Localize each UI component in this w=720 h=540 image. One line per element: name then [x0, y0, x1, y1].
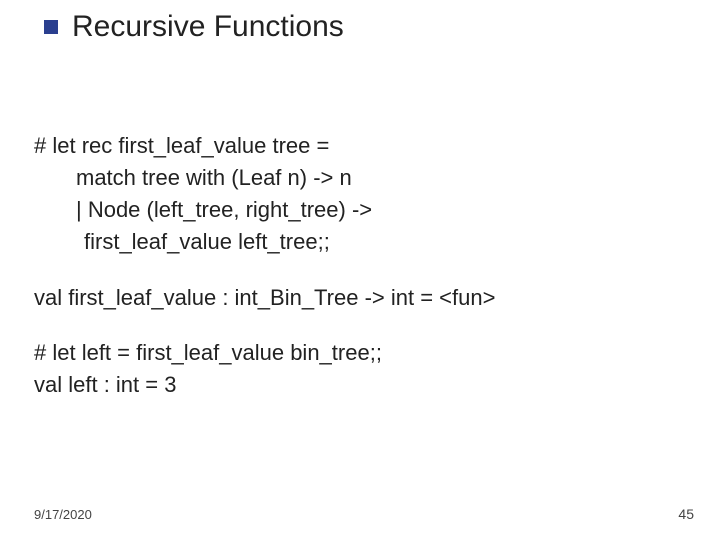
footer-page-number: 45	[678, 506, 694, 522]
code-line: val first_leaf_value : int_Bin_Tree -> i…	[34, 282, 674, 314]
slide: Recursive Functions # let rec first_leaf…	[0, 0, 720, 540]
code-line: match tree with (Leaf n) -> n	[34, 162, 674, 194]
slide-body: # let rec first_leaf_value tree = match …	[34, 130, 674, 401]
title-row: Recursive Functions	[44, 10, 344, 44]
slide-title: Recursive Functions	[72, 10, 344, 44]
code-line: | Node (left_tree, right_tree) ->	[34, 194, 674, 226]
code-line: val left : int = 3	[34, 369, 674, 401]
code-line: first_leaf_value left_tree;;	[34, 226, 674, 258]
footer-date: 9/17/2020	[34, 507, 92, 522]
code-line: # let left = first_leaf_value bin_tree;;	[34, 337, 674, 369]
code-line: # let rec first_leaf_value tree =	[34, 130, 674, 162]
title-bullet-icon	[44, 20, 58, 34]
